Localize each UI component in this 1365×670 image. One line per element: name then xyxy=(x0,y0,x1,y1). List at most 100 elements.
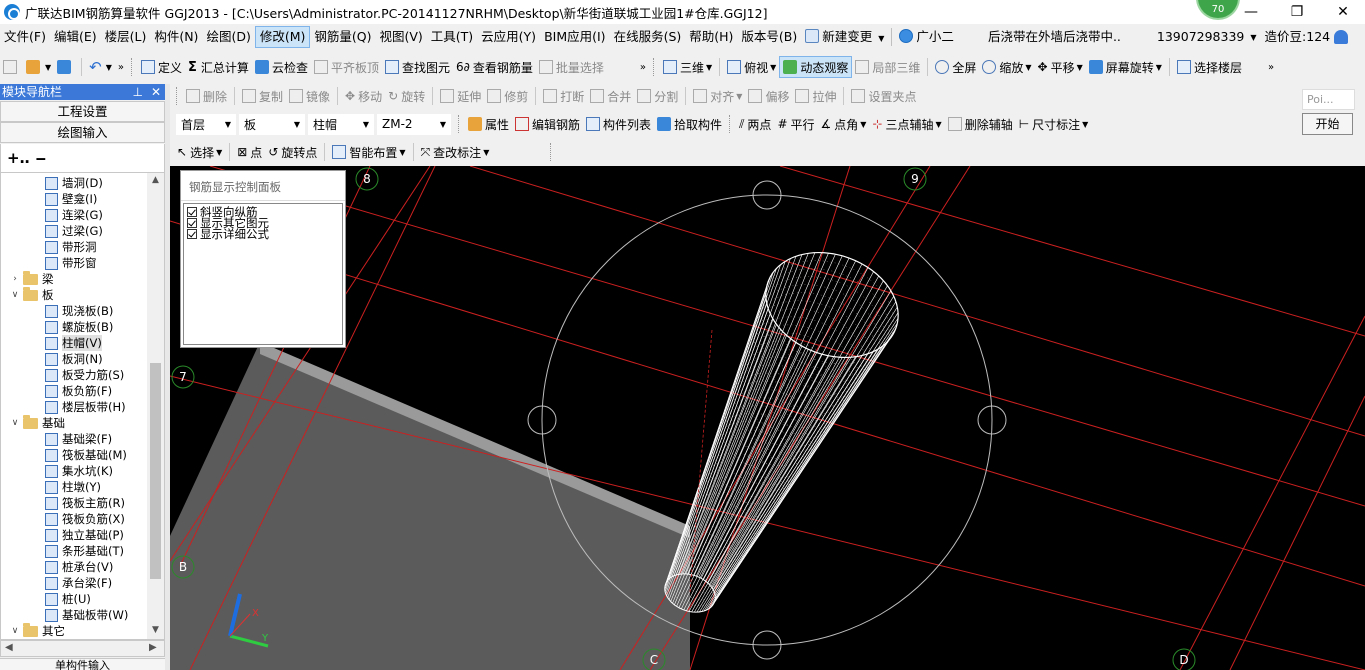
move-button[interactable]: ✥ 移动 xyxy=(342,85,385,107)
scroll-up-icon[interactable]: ▲ xyxy=(147,175,164,189)
close-icon[interactable]: ✕ xyxy=(151,84,161,100)
trim-button[interactable]: 修剪 xyxy=(484,85,531,107)
copy-button[interactable]: 复制 xyxy=(239,85,286,107)
tree-item[interactable]: 筏板负筋(X) xyxy=(45,511,125,527)
menu-floor[interactable]: 楼层(L) xyxy=(101,26,151,48)
tree-item[interactable]: 柱墩(Y) xyxy=(45,479,101,495)
tree-item[interactable]: 螺旋板(B) xyxy=(45,319,113,335)
chevron-right-icon[interactable]: › xyxy=(9,274,21,284)
change-label-button[interactable]: ⤧ 查改标注 ▼ xyxy=(418,141,493,163)
pick-element-button[interactable]: 拾取构件 xyxy=(654,113,725,135)
offset-button[interactable]: 偏移 xyxy=(745,85,792,107)
assistant-button[interactable]: 广小二 xyxy=(895,26,958,48)
rotate-point-button[interactable]: ↺ 旋转点 xyxy=(265,141,320,163)
3d-viewport[interactable]: 8 9 7 B C D X Y xyxy=(170,166,1365,670)
toolbar-overflow-3[interactable]: » xyxy=(1265,56,1277,78)
scroll-left-icon[interactable]: ◀ xyxy=(5,642,13,653)
save-button[interactable] xyxy=(54,56,77,78)
tree-item[interactable]: 承台梁(F) xyxy=(45,575,112,591)
tree-folder[interactable]: ∨ 其它 xyxy=(9,622,65,639)
tree-item[interactable]: 壁龛(I) xyxy=(45,191,97,207)
sum-calc-button[interactable]: Σ 汇总计算 xyxy=(185,56,252,78)
scroll-right-icon[interactable]: ▶ xyxy=(149,642,157,653)
drawing-input-button[interactable]: 绘图输入 xyxy=(0,122,165,143)
account-dropdown-icon[interactable]: ▼ xyxy=(1250,33,1256,42)
split-button[interactable]: 分割 xyxy=(634,85,681,107)
expand-all-icon[interactable]: +‥ xyxy=(7,149,30,167)
tree-folder[interactable]: ∨ 板 xyxy=(9,286,54,303)
tree-item[interactable]: 独立基础(P) xyxy=(45,527,124,543)
two-points-button[interactable]: ⫽ 两点 xyxy=(736,113,774,135)
tree-item[interactable]: 板负筋(F) xyxy=(45,383,112,399)
parallel-button[interactable]: # 平行 xyxy=(774,113,817,135)
menu-modify[interactable]: 修改(M) xyxy=(254,26,311,48)
tree-hscrollbar[interactable]: ◀ ▶ xyxy=(0,640,165,657)
new-change-button[interactable]: 新建变更 ▼ xyxy=(801,26,888,48)
checkbox-checked-icon[interactable] xyxy=(187,206,197,217)
stretch-button[interactable]: 拉伸 xyxy=(792,85,839,107)
poi-input[interactable]: Poi... xyxy=(1302,89,1355,110)
menu-element[interactable]: 构件(N) xyxy=(150,26,202,48)
project-settings-button[interactable]: 工程设置 xyxy=(0,101,165,122)
dimension-button[interactable]: ⊢ 尺寸标注 ▼ xyxy=(1016,113,1092,135)
close-button[interactable]: ✕ xyxy=(1320,0,1365,24)
toolbar-grip[interactable] xyxy=(550,143,553,161)
type-select[interactable]: 柱帽 ▼ xyxy=(308,113,374,135)
delete-axis-button[interactable]: 删除辅轴 xyxy=(945,113,1016,135)
menu-tools[interactable]: 工具(T) xyxy=(427,26,477,48)
extend-button[interactable]: 延伸 xyxy=(437,85,484,107)
tree-item[interactable]: 筏板主筋(R) xyxy=(45,495,125,511)
view-rebar-qty-button[interactable]: 6∂ 查看钢筋量 xyxy=(453,56,536,78)
select-button[interactable]: ↖ 选择 ▼ xyxy=(174,141,225,163)
properties-button[interactable]: 属性 xyxy=(465,113,512,135)
column-cap-rebar[interactable] xyxy=(659,235,913,619)
chevron-down-icon[interactable]: ∨ xyxy=(9,626,21,636)
tree-folder[interactable]: ∨ 基础 xyxy=(9,414,65,431)
tree-item[interactable]: 现浇板(B) xyxy=(45,303,113,319)
cloud-check-button[interactable]: 云检查 xyxy=(252,56,311,78)
mirror-button[interactable]: 镜像 xyxy=(286,85,333,107)
toolbar-grip[interactable] xyxy=(729,115,732,133)
minimize-button[interactable]: — xyxy=(1228,0,1274,24)
bell-icon[interactable] xyxy=(1334,30,1349,44)
find-element-button[interactable]: 查找图元 xyxy=(382,56,453,78)
tree-item[interactable]: 连梁(G) xyxy=(45,207,103,223)
menu-version[interactable]: 版本号(B) xyxy=(737,26,801,48)
edit-rebar-button[interactable]: 编辑钢筋 xyxy=(512,113,583,135)
tree-item[interactable]: 桩(U) xyxy=(45,591,91,607)
full-screen-button[interactable]: 全屏 xyxy=(932,56,979,78)
menu-rebar-qty[interactable]: 钢筋量(Q) xyxy=(310,26,375,48)
checkbox-checked-icon[interactable] xyxy=(187,228,197,239)
chevron-down-icon[interactable]: ∨ xyxy=(9,290,21,300)
start-button[interactable]: 开始 xyxy=(1302,113,1353,135)
top-view-button[interactable]: 俯视 ▼ xyxy=(724,56,779,78)
point-button[interactable]: ⊠ 点 xyxy=(234,141,265,163)
menu-draw[interactable]: 绘图(D) xyxy=(202,26,254,48)
pin-icon[interactable]: ⊥ xyxy=(133,84,143,100)
element-list-button[interactable]: 构件列表 xyxy=(583,113,654,135)
tree-item[interactable]: 桩承台(V) xyxy=(45,559,113,575)
open-file-button[interactable]: ▼ xyxy=(23,56,54,78)
tree-item[interactable]: 带形窗 xyxy=(45,255,97,271)
tree-item[interactable]: 基础板带(W) xyxy=(45,607,128,623)
toolbar-grip[interactable] xyxy=(176,87,179,105)
flat-slab-top-button[interactable]: 平齐板顶 xyxy=(311,56,382,78)
single-element-input-button[interactable]: 单构件输入 xyxy=(0,658,165,670)
toolbar-grip[interactable] xyxy=(458,115,461,133)
tree-item[interactable]: 过梁(G) xyxy=(45,223,103,239)
menu-view[interactable]: 视图(V) xyxy=(375,26,426,48)
collapse-all-icon[interactable]: ‒ xyxy=(36,149,46,167)
tree-item[interactable]: 基础梁(F) xyxy=(45,431,112,447)
rotate-button[interactable]: ↻ 旋转 xyxy=(385,85,428,107)
menu-cloud[interactable]: 云应用(Y) xyxy=(477,26,540,48)
tree-item[interactable]: 楼层板带(H) xyxy=(45,399,126,415)
notice-text[interactable]: 后浇带在外墙后浇带中.. xyxy=(984,26,1125,48)
tree-folder[interactable]: › 梁 xyxy=(9,270,54,287)
define-button[interactable]: 定义 xyxy=(138,56,185,78)
toolbar-overflow-1[interactable]: » xyxy=(115,56,127,78)
local-3d-button[interactable]: 局部三维 xyxy=(852,56,923,78)
checkbox-checked-icon[interactable] xyxy=(187,217,197,228)
merge-button[interactable]: 合并 xyxy=(587,85,634,107)
floor-select[interactable]: 首层 ▼ xyxy=(176,113,236,135)
pan-button[interactable]: ✥ 平移 ▼ xyxy=(1035,56,1086,78)
